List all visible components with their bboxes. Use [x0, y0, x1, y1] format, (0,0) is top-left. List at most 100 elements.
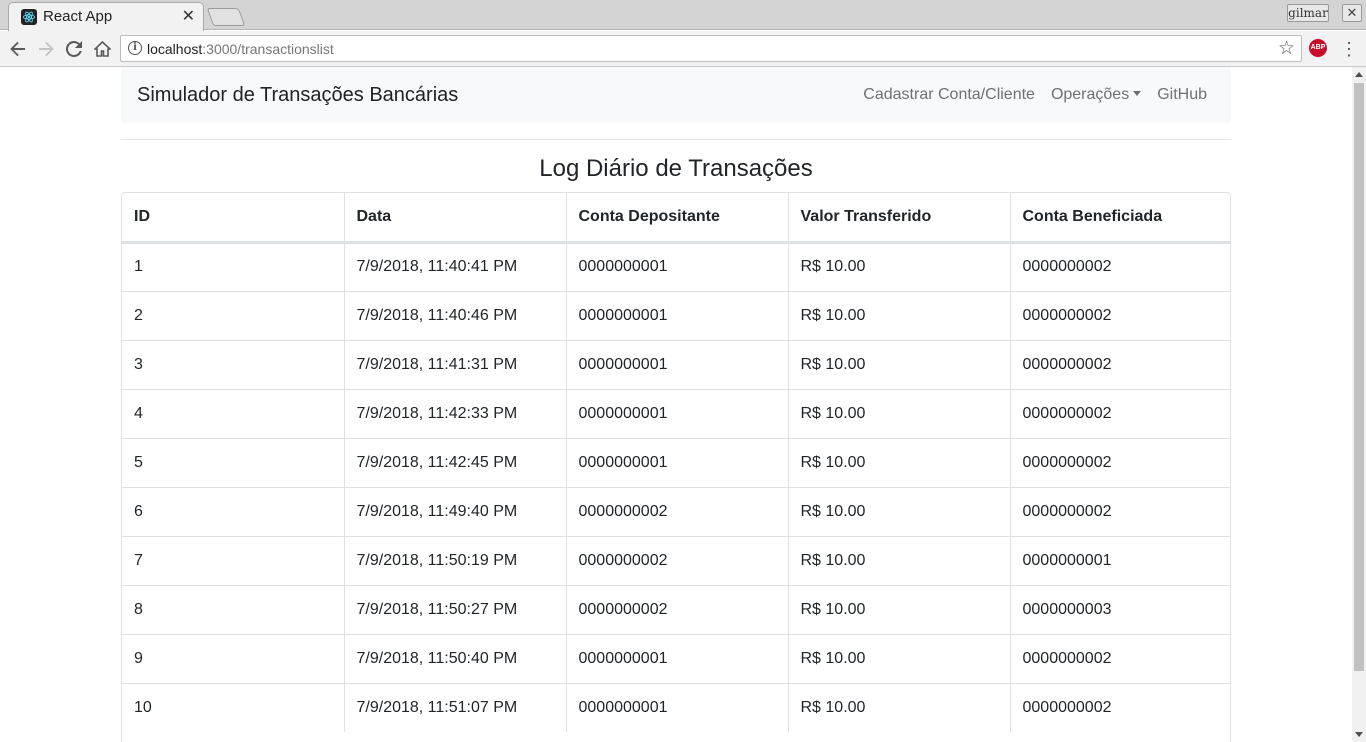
nav-link-github[interactable]: GitHub — [1157, 86, 1207, 104]
cell-beneficiary-account: 0000000001 — [1010, 535, 1230, 585]
caret-down-icon — [1133, 91, 1142, 96]
cell-id: 1 — [122, 242, 345, 291]
app-navbar: Simulador de Transações Bancárias Cadast… — [121, 67, 1231, 123]
forward-icon[interactable] — [34, 37, 58, 61]
cell-amount: R$ 10.00 — [788, 388, 1011, 438]
cell-id: 4 — [122, 388, 345, 438]
cell-amount: R$ 10.00 — [788, 437, 1011, 487]
cell-beneficiary-account: 0000000002 — [1022, 258, 1112, 275]
adblock-icon[interactable]: ABP — [1309, 39, 1327, 57]
table-row: 10 7/9/2018, 11:51:07 PM 0000000001 R$ 10.0… — [122, 682, 1230, 732]
navbar-links: Cadastrar Conta/Cliente Operações GitHub — [847, 86, 1207, 104]
close-tab-icon[interactable]: ✕ — [182, 6, 195, 26]
cell-date: 7/9/2018, 11:50:27 PM — [344, 584, 567, 634]
nav-link-register[interactable]: Cadastrar Conta/Cliente — [863, 86, 1035, 104]
table-row: 7 7/9/2018, 11:50:19 PM 0000000002 R$ 10.00… — [122, 535, 1230, 585]
table-row: 4 7/9/2018, 11:42:33 PM 0000000001 R$ 10.00… — [122, 388, 1230, 438]
cell-depositor-account: 0000000001 — [566, 339, 789, 389]
cell-date: 7/9/2018, 11:40:41 PM — [344, 242, 567, 291]
table-row: 3 7/9/2018, 11:41:31 PM 0000000001 R$ 10.00… — [122, 339, 1230, 389]
cell-depositor-account: 0000000001 — [566, 437, 789, 487]
navbar-brand[interactable]: Simulador de Transações Bancárias — [137, 84, 458, 107]
cell-date: 7/9/2018, 11:50:40 PM — [344, 633, 567, 683]
cell-date: 7/9/2018, 11:49:40 PM — [344, 486, 567, 536]
browser-titlebar: React App ✕ gilmar ✕ — [0, 0, 1366, 31]
cell-beneficiary-account: 0000000002 — [1010, 339, 1230, 389]
cell-depositor-account: 0000000001 — [566, 388, 789, 438]
table-row: 8 7/9/2018, 11:50:27 PM 0000000002 R$ 10.00… — [122, 584, 1230, 634]
address-bar[interactable]: i localhost:3000/transactionslist ☆ — [120, 35, 1302, 62]
url-text[interactable]: localhost:3000/transactionslist — [147, 41, 334, 57]
cell-amount: R$ 10.00 — [788, 535, 1011, 585]
tab-title: React App — [43, 8, 113, 25]
scroll-up-arrow-icon[interactable] — [1355, 72, 1363, 77]
cell-amount: R$ 10.00 — [788, 682, 1011, 732]
cell-depositor-account: 0000000002 — [566, 584, 789, 634]
new-tab-button[interactable] — [206, 8, 246, 26]
scrollbar-thumb[interactable] — [1354, 83, 1364, 671]
table-row: 6 7/9/2018, 11:49:40 PM 0000000002 R$ 10.00… — [122, 486, 1230, 536]
cell-id: 5 — [122, 437, 345, 487]
cell-depositor-account: 0000000001 — [566, 290, 789, 340]
cell-amount: R$ 10.00 — [788, 290, 1011, 340]
page-title: Log Diário de Transações — [539, 155, 813, 182]
cell-beneficiary-account: 0000000002 — [1010, 290, 1230, 340]
table-row: 5 7/9/2018, 11:42:45 PM 0000000001 R$ 10.00… — [122, 437, 1230, 487]
scroll-down-arrow-icon[interactable] — [1355, 732, 1363, 737]
window-close-button[interactable]: ✕ — [1342, 4, 1362, 22]
cell-date: 7/9/2018, 11:41:31 PM — [344, 339, 567, 389]
cell-beneficiary-account: 0000000002 — [1010, 437, 1230, 487]
back-icon[interactable] — [6, 37, 30, 61]
transactions-table: ID Data Conta Depositante Valor Transfer… — [122, 193, 1230, 732]
cell-beneficiary-account: 0000000002 — [1010, 388, 1230, 438]
cell-beneficiary-account: 0000000002 — [1010, 486, 1230, 536]
profile-button[interactable]: gilmar — [1287, 4, 1329, 22]
reload-icon[interactable] — [62, 37, 86, 61]
browser-tab[interactable]: React App ✕ — [8, 2, 204, 31]
transactions-table-container: ID Data Conta Depositante Valor Transfer… — [121, 192, 1231, 742]
divider — [121, 139, 1231, 140]
column-header-beneficiary: Conta Beneficiada — [1010, 193, 1230, 244]
cell-depositor-account: 0000000001 — [566, 242, 789, 291]
table-row: 1 7/9/2018, 11:40:41 PM 0000000001 R$ 10.00… — [122, 242, 1230, 291]
cell-depositor-account: 0000000002 — [566, 486, 789, 536]
cell-amount: R$ 10.00 — [788, 584, 1011, 634]
browser-toolbar: i localhost:3000/transactionslist ☆ ABP … — [0, 31, 1366, 67]
page-scrollbar[interactable] — [1352, 67, 1366, 742]
cell-id: 2 — [122, 290, 345, 340]
cell-id: 3 — [122, 339, 345, 389]
cell-date: 7/9/2018, 11:42:45 PM — [344, 437, 567, 487]
cell-date: 7/9/2018, 11:40:46 PM — [344, 290, 567, 340]
cell-amount: R$ 10.00 — [788, 242, 1011, 291]
cell-id: 9 — [122, 633, 345, 683]
table-row: 2 7/9/2018, 11:40:46 PM 0000000001 R$ 10.00… — [122, 290, 1230, 340]
home-icon[interactable] — [90, 37, 114, 61]
column-header-id: ID — [122, 193, 345, 244]
cell-date: 7/9/2018, 11:50:19 PM — [344, 535, 567, 585]
cell-id: 6 — [122, 486, 345, 536]
cell-id: 8 — [122, 584, 345, 634]
info-icon[interactable]: i — [128, 41, 142, 55]
cell-beneficiary-account: 0000000002 — [1010, 633, 1230, 683]
cell-depositor-account: 0000000001 — [566, 682, 789, 732]
cell-depositor-account: 0000000002 — [566, 535, 789, 585]
table-header-row: ID Data Conta Depositante Valor Transfer… — [122, 193, 1230, 244]
cell-amount: R$ 10.00 — [788, 339, 1011, 389]
cell-date: 7/9/2018, 11:42:33 PM — [344, 388, 567, 438]
column-header-amount: Valor Transferido — [788, 193, 1011, 244]
cell-id: 10 — [122, 682, 345, 732]
bookmark-star-icon[interactable]: ☆ — [1278, 37, 1295, 60]
cell-beneficiary-account: 0000000003 — [1010, 584, 1230, 634]
cell-date: 7/9/2018, 11:51:07 PM — [344, 682, 567, 732]
table-row: 9 7/9/2018, 11:50:40 PM 0000000001 R$ 10.00… — [122, 633, 1230, 683]
page-viewport: Simulador de Transações Bancárias Cadast… — [0, 67, 1352, 742]
nav-link-operations-dropdown[interactable]: Operações — [1051, 86, 1142, 104]
cell-id: 7 — [122, 535, 345, 585]
column-header-date: Data — [344, 193, 567, 244]
column-header-depositor: Conta Depositante — [566, 193, 789, 244]
cell-depositor-account: 0000000001 — [566, 633, 789, 683]
cell-amount: R$ 10.00 — [788, 486, 1011, 536]
react-logo-icon — [21, 9, 37, 25]
menu-icon[interactable]: ⋮ — [1340, 37, 1358, 61]
cell-beneficiary-account: 0000000002 — [1010, 682, 1230, 732]
